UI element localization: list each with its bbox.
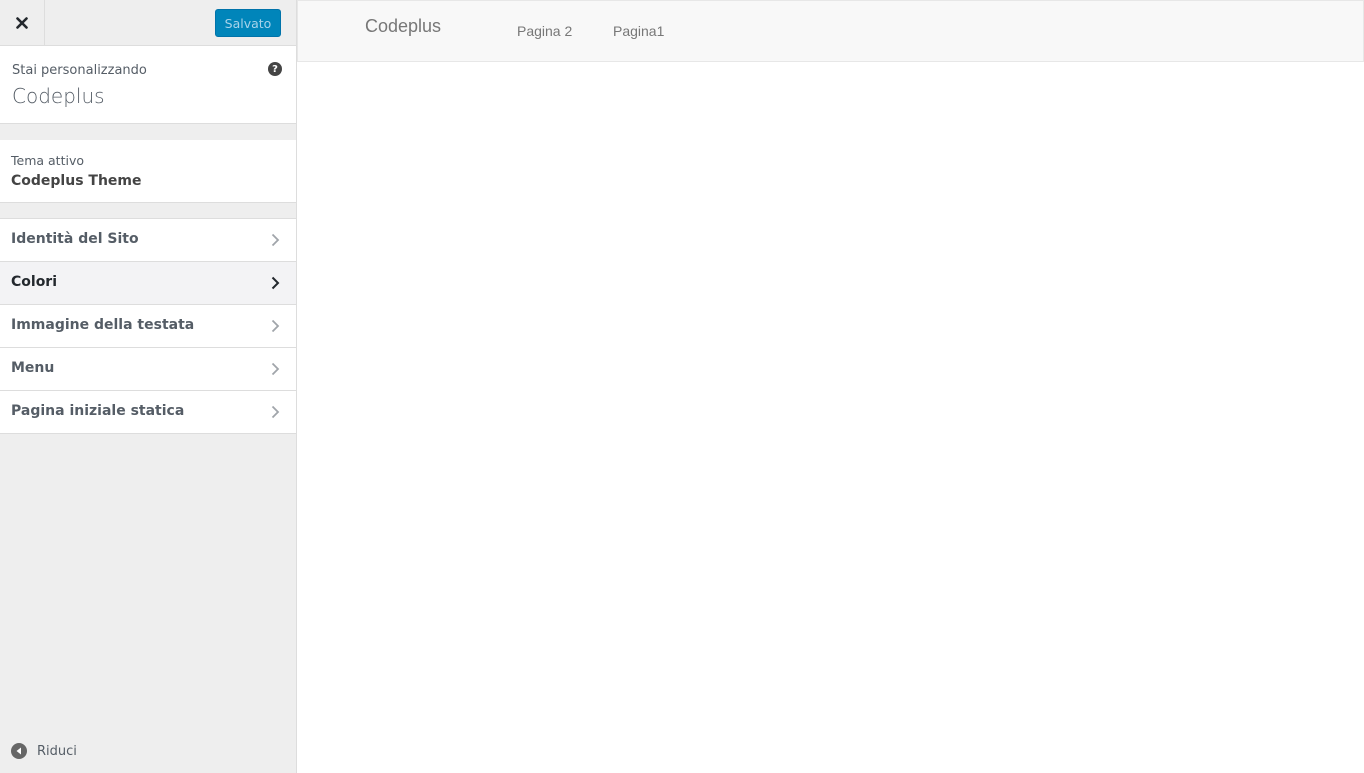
section-colors[interactable]: Colori	[0, 262, 296, 305]
collapse-arrow-icon	[11, 743, 27, 759]
customizer-sidebar: Salvato Stai personalizzando Codeplus ? …	[0, 0, 297, 773]
site-navbar: Codeplus Pagina 2 Pagina1	[297, 0, 1364, 62]
site-brand-link[interactable]: Codeplus	[365, 16, 441, 37]
active-theme-name: Codeplus Theme	[11, 173, 142, 189]
active-theme-panel[interactable]: Tema attivo Codeplus Theme	[0, 140, 296, 203]
nav-link-pagina1[interactable]: Pagina1	[613, 23, 664, 39]
customizer-info: Stai personalizzando Codeplus ?	[0, 46, 296, 124]
section-label: Colori	[11, 274, 58, 290]
site-preview: Codeplus Pagina 2 Pagina1	[297, 0, 1364, 773]
help-icon[interactable]: ?	[268, 62, 282, 76]
section-menu[interactable]: Menu	[0, 348, 296, 391]
customizer-header: Salvato	[0, 0, 296, 46]
chevron-right-icon	[271, 319, 280, 333]
section-label: Menu	[11, 360, 55, 376]
active-theme-label: Tema attivo	[11, 153, 84, 168]
section-site-identity[interactable]: Identità del Sito	[0, 219, 296, 262]
chevron-right-icon	[271, 362, 280, 376]
collapse-sidebar-button[interactable]: Riduci	[11, 742, 77, 760]
site-title: Codeplus	[12, 84, 105, 108]
save-button[interactable]: Salvato	[215, 9, 281, 37]
chevron-right-icon	[271, 233, 280, 247]
customizer-app: Salvato Stai personalizzando Codeplus ? …	[0, 0, 1364, 773]
section-label: Immagine della testata	[11, 317, 195, 333]
customizing-label: Stai personalizzando	[12, 63, 147, 78]
nav-link-pagina-2[interactable]: Pagina 2	[517, 23, 572, 39]
close-icon	[16, 16, 28, 29]
chevron-right-icon	[271, 276, 280, 290]
section-label: Pagina iniziale statica	[11, 403, 185, 419]
chevron-right-icon	[271, 405, 280, 419]
section-header-image[interactable]: Immagine della testata	[0, 305, 296, 348]
section-label: Identità del Sito	[11, 231, 139, 247]
collapse-label: Riduci	[37, 743, 77, 759]
customizer-sections: Identità del Sito Colori Immagine della …	[0, 218, 296, 434]
section-static-front-page[interactable]: Pagina iniziale statica	[0, 391, 296, 434]
close-button[interactable]	[0, 0, 45, 45]
